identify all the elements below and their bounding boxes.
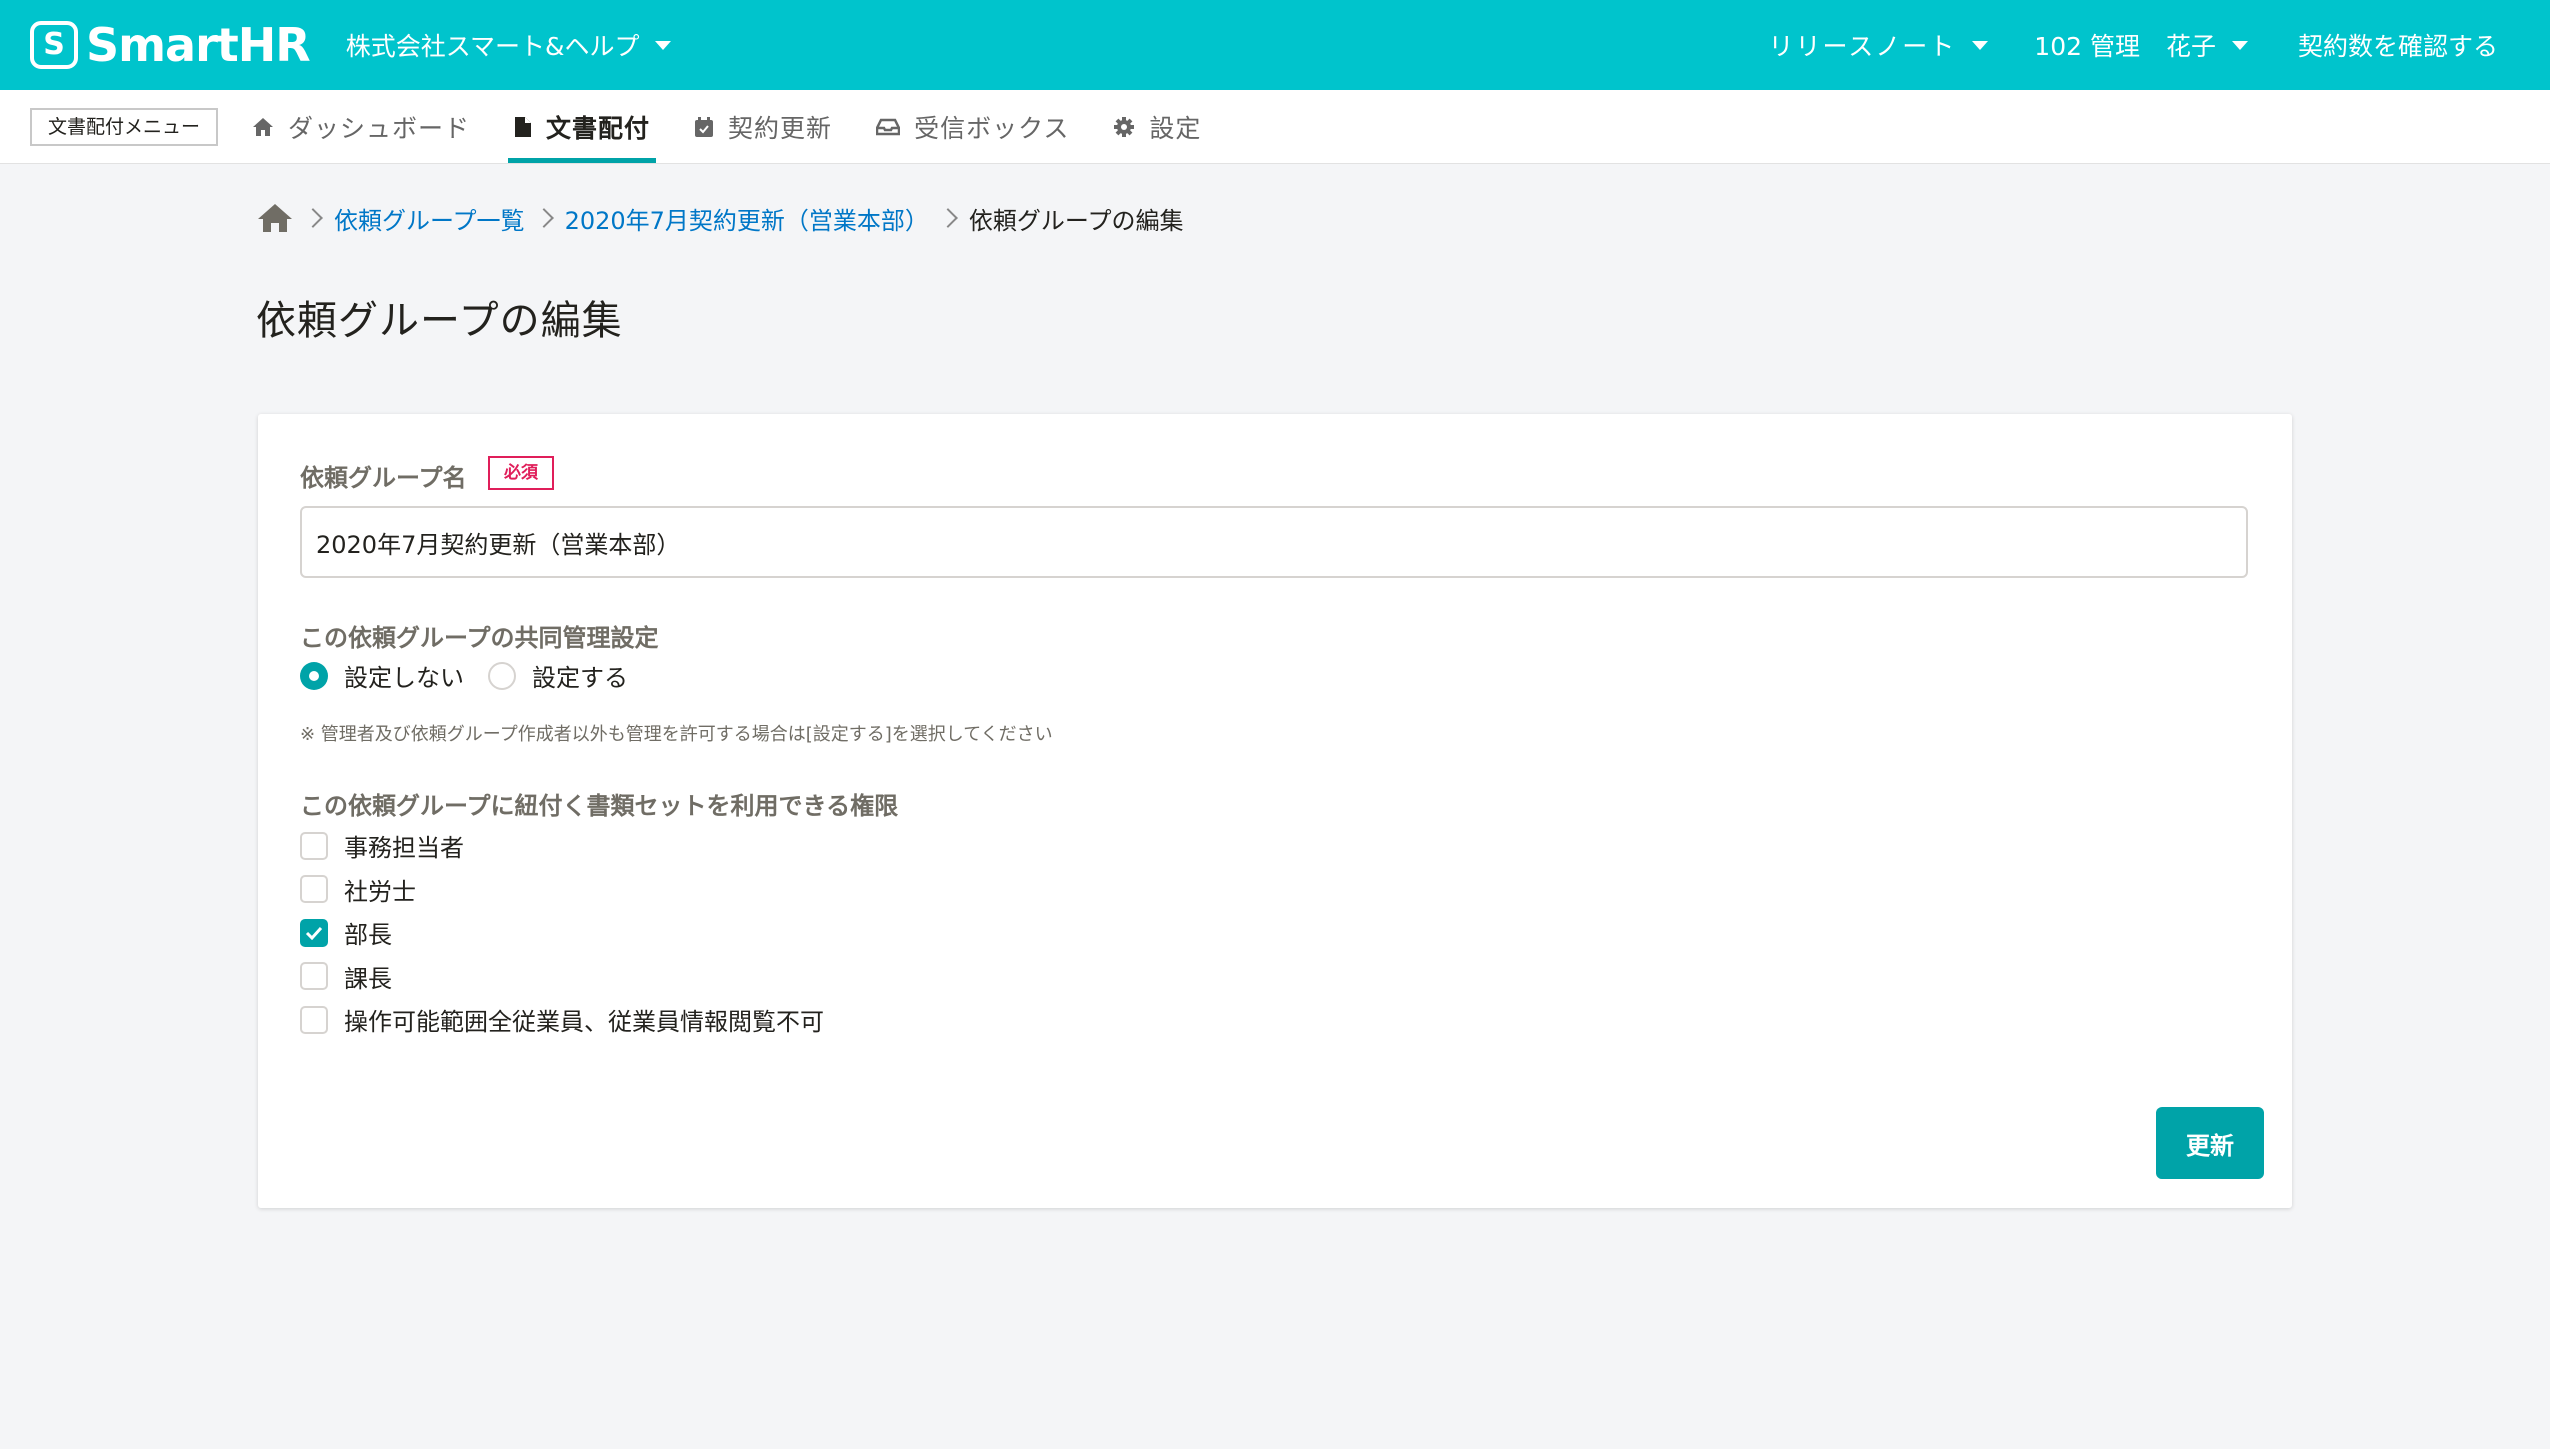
breadcrumb-request-groups[interactable]: 依頼グループ一覧 <box>334 201 525 236</box>
release-notes-menu[interactable]: リリースノート <box>1769 27 1989 63</box>
document-icon <box>515 116 532 137</box>
tab-label: 設定 <box>1149 113 1202 143</box>
radio-checked-icon <box>300 661 328 690</box>
radio-no-co-manage[interactable]: 設定しない <box>300 658 464 693</box>
tab-document-delivery[interactable]: 文書配付 <box>508 90 657 163</box>
group-name-input[interactable] <box>300 506 2248 578</box>
checkbox-label: 事務担当者 <box>344 834 464 863</box>
checkbox-unchecked-icon <box>300 831 328 860</box>
breadcrumb-current: 依頼グループの編集 <box>968 206 1184 235</box>
user-id: 102 管理 <box>2034 32 2140 61</box>
permission-checkbox-section-manager[interactable]: 課長 <box>300 955 824 999</box>
breadcrumb: 依頼グループ一覧 2020年7月契約更新（営業本部） 依頼グループの編集 <box>256 198 1183 238</box>
tab-label: 契約更新 <box>728 113 833 143</box>
user-name-label: 花子 <box>2165 32 2216 61</box>
tab-dashboard[interactable]: ダッシュボード <box>246 90 476 163</box>
radio-unchecked-icon <box>488 661 516 690</box>
gear-icon <box>1114 116 1135 137</box>
caret-down-icon <box>2231 40 2248 50</box>
checkbox-checked-icon <box>300 918 328 947</box>
permission-checkbox-department-manager[interactable]: 部長 <box>300 911 824 955</box>
co-manage-label: この依頼グループの共同管理設定 <box>300 624 659 652</box>
smarthr-logo[interactable]: S SmartHR <box>30 0 311 90</box>
tab-settings[interactable]: 設定 <box>1107 90 1207 163</box>
menu-label: 文書配付メニュー <box>30 107 219 146</box>
permission-checkbox-sharoushi[interactable]: 社労士 <box>300 868 824 912</box>
sub-navigation: 文書配付メニュー ダッシュボード 文書配付 契約更新 受信ボックス 設定 <box>0 90 2550 164</box>
tab-inbox[interactable]: 受信ボックス <box>870 90 1075 163</box>
inbox-icon <box>876 118 901 135</box>
chevron-right-icon <box>303 208 323 228</box>
checkmark-icon <box>305 926 323 940</box>
tab-label: 文書配付 <box>546 113 651 143</box>
radio-co-manage[interactable]: 設定する <box>488 658 628 693</box>
check-contracts-link[interactable]: 契約数を確認する <box>2298 27 2498 63</box>
required-badge: 必須 <box>488 456 554 490</box>
group-name-label: 依頼グループ名 <box>300 464 467 492</box>
checkbox-unchecked-icon <box>300 1005 328 1034</box>
home-icon <box>253 117 274 136</box>
checkbox-label: 課長 <box>344 964 392 993</box>
release-notes-label: リリースノート <box>1768 32 1957 61</box>
permission-checkbox-all-employees[interactable]: 操作可能範囲全従業員、従業員情報閲覧不可 <box>300 998 824 1042</box>
edit-form-card: 依頼グループ名 必須 この依頼グループの共同管理設定 設定しない 設定する ※ … <box>258 414 2292 1208</box>
radio-label: 設定する <box>532 664 628 692</box>
radio-label: 設定しない <box>344 664 464 692</box>
company-name: 株式会社スマート&ヘルプ <box>345 32 640 61</box>
checkbox-label: 社労士 <box>344 877 416 906</box>
tab-label: ダッシュボード <box>288 113 471 143</box>
co-manage-note: ※ 管理者及び依頼グループ作成者以外も管理を許可する場合は[設定する]を選択して… <box>300 724 1053 745</box>
permission-label: この依頼グループに紐付く書類セットを利用できる権限 <box>300 792 899 820</box>
permission-checkbox-clerk[interactable]: 事務担当者 <box>300 824 824 868</box>
checkbox-unchecked-icon <box>300 962 328 991</box>
tab-contract-renewal[interactable]: 契約更新 <box>688 90 838 163</box>
top-header: S SmartHR 株式会社スマート&ヘルプ リリースノート 102 管理 花子… <box>0 0 2550 90</box>
page-title: 依頼グループの編集 <box>256 298 623 344</box>
chevron-right-icon <box>533 208 554 228</box>
tab-label: 受信ボックス <box>914 113 1070 143</box>
calendar-icon <box>695 116 714 137</box>
company-switcher[interactable]: 株式会社スマート&ヘルプ <box>346 27 672 63</box>
breadcrumb-group[interactable]: 2020年7月契約更新（営業本部） <box>565 201 929 236</box>
checkbox-label: 操作可能範囲全従業員、従業員情報閲覧不可 <box>344 1008 824 1037</box>
chevron-right-icon <box>938 208 958 228</box>
logo-text: SmartHR <box>86 18 311 72</box>
home-icon[interactable] <box>256 202 294 234</box>
caret-down-icon <box>1972 40 1989 50</box>
user-menu[interactable]: 花子 <box>2166 27 2248 63</box>
permission-list: 事務担当者 社労士 部長 課長 操作可能範囲全従業員、従業員情報閲覧不可 <box>300 824 824 1042</box>
checkbox-label: 部長 <box>344 921 392 950</box>
caret-down-icon <box>655 40 672 50</box>
checkbox-unchecked-icon <box>300 875 328 904</box>
logo-mark-icon: S <box>30 21 78 69</box>
update-button[interactable]: 更新 <box>2156 1107 2264 1179</box>
